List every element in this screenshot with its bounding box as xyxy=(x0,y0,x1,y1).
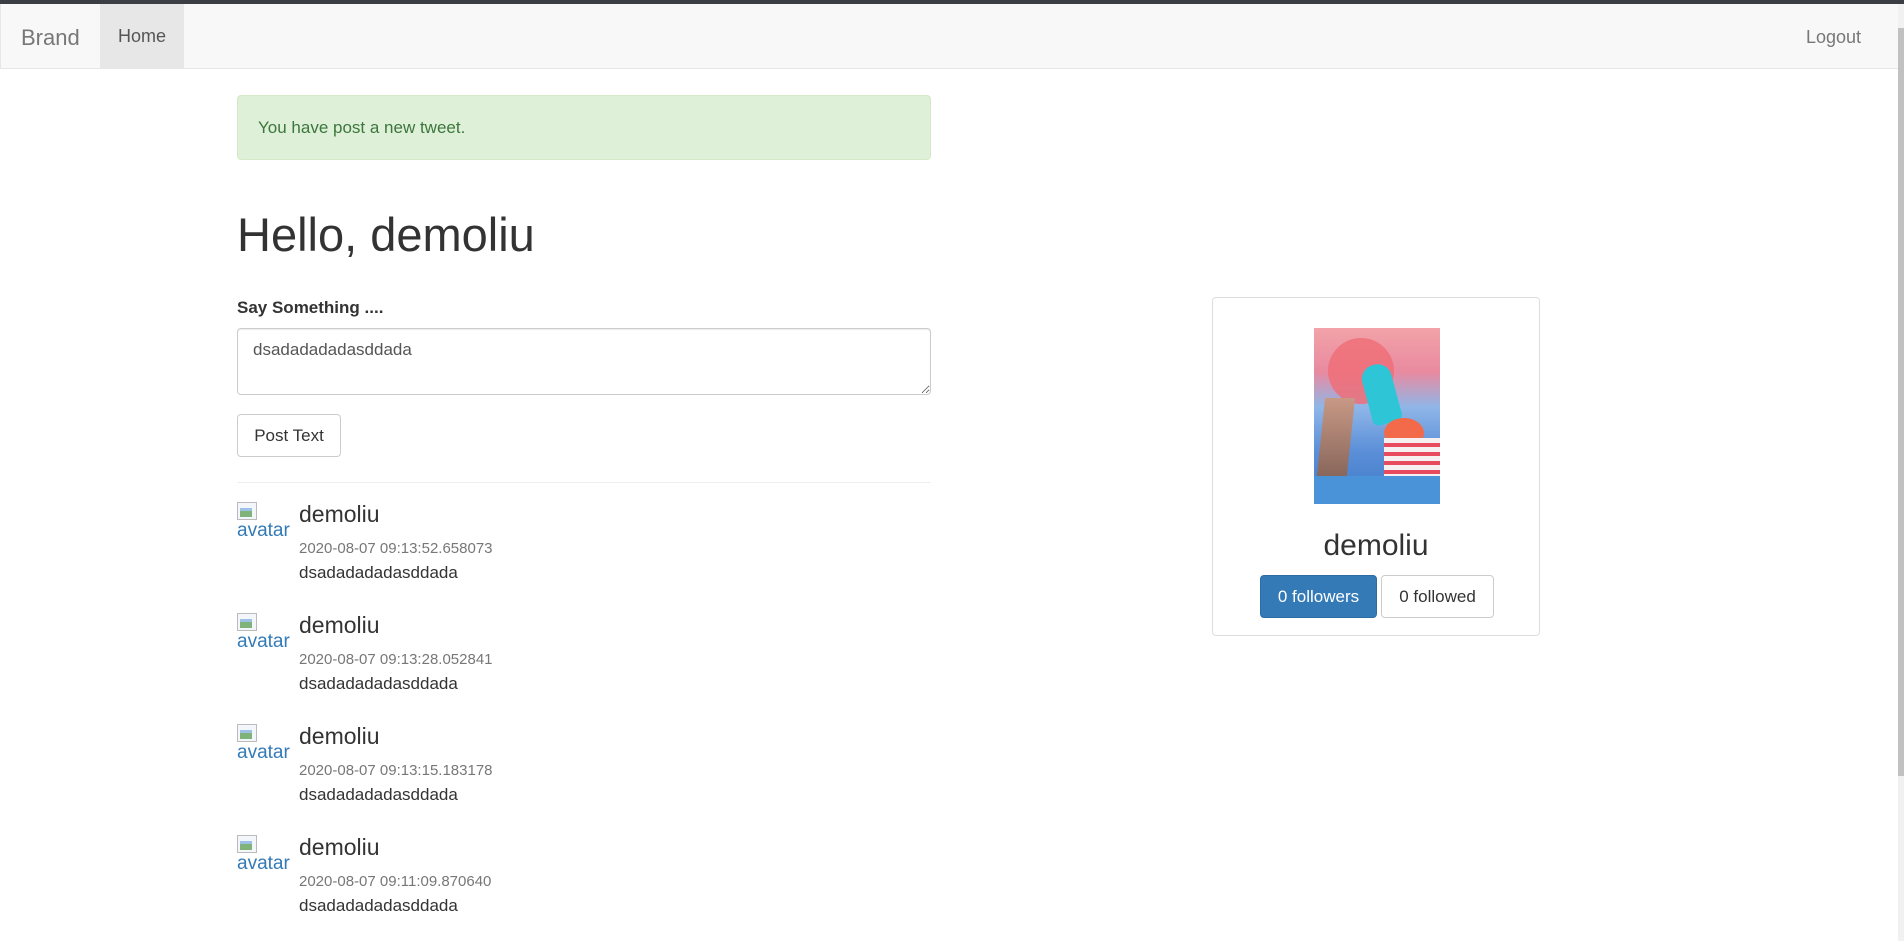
avatar-alt-text: avatar xyxy=(237,742,290,763)
tweet-input[interactable]: dsadadadadasddada xyxy=(237,328,931,395)
artwork-shape xyxy=(1384,438,1440,478)
nav-home-link[interactable]: Home xyxy=(100,4,184,69)
avatar-alt-text: avatar xyxy=(237,853,290,874)
tweet-body: dsadadadadasddada xyxy=(299,896,458,915)
tweet-timestamp: 2020-08-07 09:13:28.052841 xyxy=(299,651,493,668)
tweet-body: dsadadadadasddada xyxy=(299,674,458,693)
tweet-author: demoliu xyxy=(299,501,380,527)
avatar[interactable]: avatar xyxy=(237,502,291,546)
tweet-body: dsadadadadasddada xyxy=(299,785,458,804)
avatar[interactable]: avatar xyxy=(237,613,291,657)
broken-image-icon xyxy=(237,835,257,853)
tweet-timestamp: 2020-08-07 09:13:15.183178 xyxy=(299,762,493,779)
broken-image-icon xyxy=(237,724,257,742)
artwork-shape xyxy=(1358,361,1404,427)
followed-button[interactable]: 0 followed xyxy=(1381,575,1494,618)
post-text-button[interactable]: Post Text xyxy=(237,414,341,457)
profile-card: demoliu 0 followers 0 followed xyxy=(1212,297,1540,636)
tweet-input-label: Say Something .... xyxy=(237,298,384,317)
success-alert: You have post a new tweet. xyxy=(237,95,931,160)
brand-link[interactable]: Brand xyxy=(21,25,80,51)
artwork-shape xyxy=(1314,476,1440,504)
tweet-timestamp: 2020-08-07 09:13:52.658073 xyxy=(299,540,493,557)
navbar: Brand Home Logout xyxy=(0,4,1902,69)
tweet-author: demoliu xyxy=(299,834,380,860)
tweet-author: demoliu xyxy=(299,612,380,638)
avatar[interactable]: avatar xyxy=(237,724,291,768)
page-title: Hello, demoliu xyxy=(237,208,535,261)
profile-username: demoliu xyxy=(1323,529,1429,562)
broken-image-icon xyxy=(237,502,257,520)
divider xyxy=(237,482,931,483)
avatar-alt-text: avatar xyxy=(237,631,290,652)
tweet-item: avatar demoliu 2020-08-07 09:13:28.05284… xyxy=(237,612,931,713)
tweet-author: demoliu xyxy=(299,723,380,749)
avatar-alt-text: avatar xyxy=(237,520,290,541)
tweet-item: avatar demoliu 2020-08-07 09:13:15.18317… xyxy=(237,723,931,824)
tweet-body: dsadadadadasddada xyxy=(299,563,458,582)
tweet-item: avatar demoliu 2020-08-07 09:13:52.65807… xyxy=(237,501,931,602)
tweet-item: avatar demoliu 2020-08-07 09:11:09.87064… xyxy=(237,834,931,935)
broken-image-icon xyxy=(237,613,257,631)
page-scrollbar[interactable] xyxy=(1898,4,1904,941)
followers-button[interactable]: 0 followers xyxy=(1260,575,1377,618)
tweet-timestamp: 2020-08-07 09:11:09.870640 xyxy=(299,873,492,890)
scrollbar-thumb[interactable] xyxy=(1898,28,1904,776)
nav-logout-link[interactable]: Logout xyxy=(1806,27,1861,48)
profile-avatar-image xyxy=(1314,328,1440,504)
avatar[interactable]: avatar xyxy=(237,835,291,879)
